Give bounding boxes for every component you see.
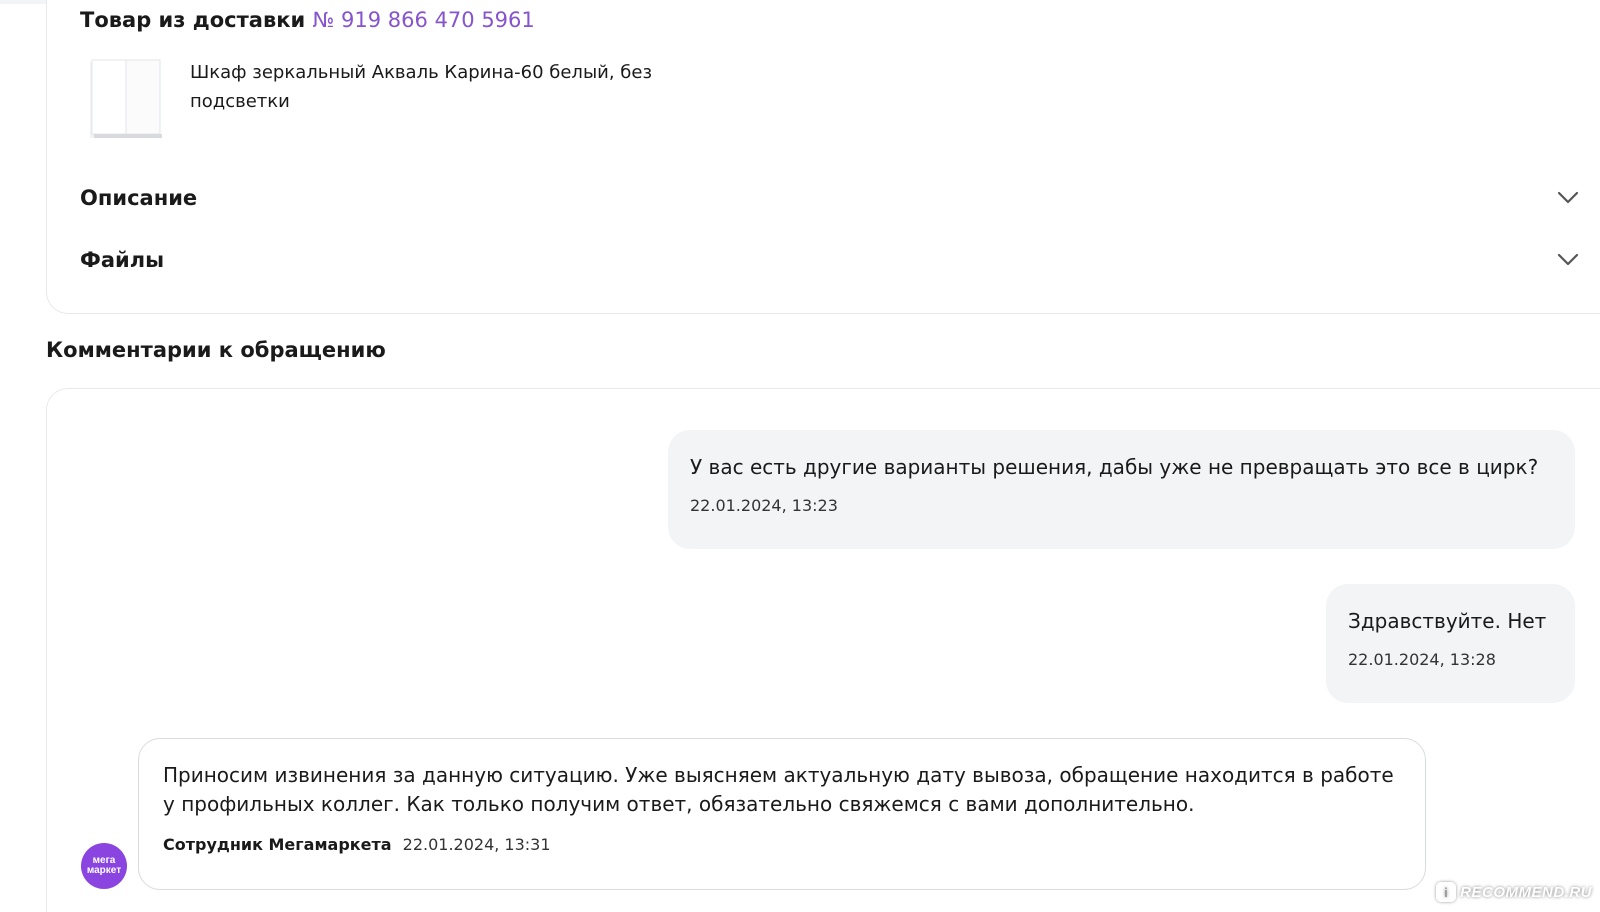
megamarket-avatar: мега маркет: [81, 843, 127, 889]
message-text: Здравствуйте. Нет: [1348, 609, 1547, 633]
message-text: У вас есть другие варианты решения, дабы…: [690, 455, 1539, 479]
delivery-title-label: Товар из доставки: [80, 8, 306, 32]
message-time: 22.01.2024, 13:23: [690, 496, 838, 515]
message-meta: Сотрудник Мегамаркета 22.01.2024, 13:31: [163, 835, 1401, 854]
message-text: Приносим извинения за данную ситуацию. У…: [163, 763, 1394, 816]
section-description-label: Описание: [80, 186, 198, 210]
chevron-down-icon: [1557, 253, 1579, 266]
section-description[interactable]: Описание: [80, 186, 1580, 216]
message-author: Сотрудник Мегамаркета: [163, 835, 392, 854]
section-files-label: Файлы: [80, 248, 165, 272]
recommend-watermark-text: RECOMMEND.RU: [1460, 883, 1592, 901]
chevron-down-icon: [1557, 191, 1579, 204]
recommend-logo-icon: i: [1436, 882, 1457, 902]
message-bubble-user: У вас есть другие варианты решения, дабы…: [668, 430, 1575, 549]
product-thumbnail[interactable]: [88, 58, 164, 140]
message-bubble-user: Здравствуйте. Нет 22.01.2024, 13:28: [1326, 584, 1575, 703]
message-bubble-support: Приносим извинения за данную ситуацию. У…: [138, 738, 1426, 890]
recommend-watermark: i RECOMMEND.RU: [1436, 882, 1592, 902]
avatar-line2: маркет: [86, 865, 122, 876]
section-files[interactable]: Файлы: [80, 248, 1580, 278]
comments-heading: Комментарии к обращению: [46, 338, 386, 362]
message-time: 22.01.2024, 13:28: [1348, 650, 1496, 669]
delivery-number-link[interactable]: № 919 866 470 5961: [313, 8, 535, 32]
message-time: 22.01.2024, 13:31: [402, 835, 551, 854]
delivery-title: Товар из доставки № 919 866 470 5961: [80, 8, 535, 32]
product-name[interactable]: Шкаф зеркальный Акваль Карина-60 белый, …: [190, 58, 690, 116]
